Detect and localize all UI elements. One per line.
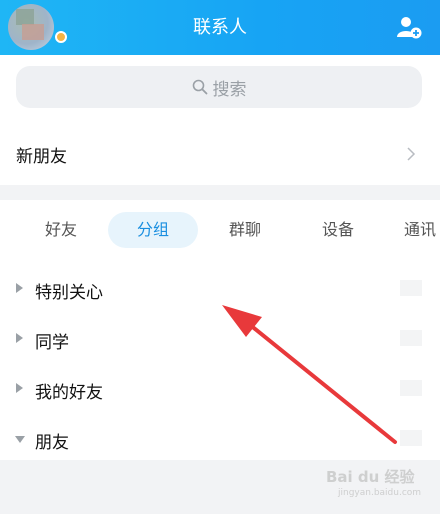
search-input[interactable]: 搜索 bbox=[16, 66, 422, 108]
triangle-right-icon bbox=[16, 383, 23, 393]
group-item-my-friends[interactable]: 我的好友 bbox=[0, 370, 440, 410]
tab-contacts[interactable]: 通讯 bbox=[404, 212, 440, 248]
group-count bbox=[400, 380, 422, 396]
triangle-down-icon bbox=[15, 436, 25, 443]
tab-devices[interactable]: 设备 bbox=[305, 212, 371, 248]
tab-friends[interactable]: 好友 bbox=[28, 212, 94, 248]
triangle-right-icon bbox=[16, 333, 23, 343]
watermark: Bai du 经验 jingyan.baidu.com bbox=[326, 466, 436, 506]
group-count bbox=[400, 430, 422, 446]
group-label: 我的好友 bbox=[35, 383, 103, 403]
group-item-classmates[interactable]: 同学 bbox=[0, 320, 440, 360]
group-item-friends[interactable]: 朋友 bbox=[0, 420, 440, 460]
search-icon bbox=[192, 79, 207, 95]
new-friends-label: 新朋友 bbox=[16, 147, 67, 167]
search-placeholder: 搜索 bbox=[212, 79, 247, 100]
group-label: 同学 bbox=[35, 333, 69, 353]
group-label: 朋友 bbox=[35, 433, 69, 453]
group-item-special-care[interactable]: 特别关心 bbox=[0, 270, 440, 310]
page-title: 联系人 bbox=[193, 17, 247, 38]
watermark-logo: Bai du 经验 bbox=[326, 468, 415, 486]
group-label: 特别关心 bbox=[35, 283, 103, 303]
add-friend-icon[interactable] bbox=[396, 14, 422, 40]
watermark-url: jingyan.baidu.com bbox=[338, 488, 422, 498]
chevron-right-icon bbox=[407, 147, 416, 161]
contact-tabs: 好友 分组 群聊 设备 通讯 bbox=[0, 212, 440, 252]
group-count bbox=[400, 280, 422, 296]
tab-groups[interactable]: 分组 bbox=[108, 212, 198, 248]
triangle-right-icon bbox=[16, 283, 23, 293]
new-friends-row[interactable]: 新朋友 bbox=[0, 126, 440, 184]
group-count bbox=[400, 330, 422, 346]
tab-group-chats[interactable]: 群聊 bbox=[212, 212, 278, 248]
